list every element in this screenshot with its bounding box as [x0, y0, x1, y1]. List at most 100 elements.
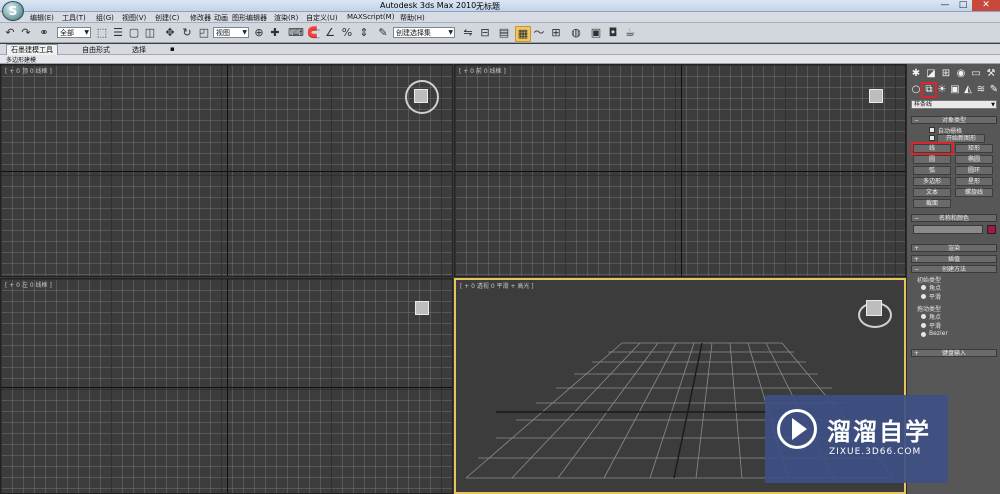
rollout-interpolation[interactable]: + 插值 — [911, 255, 997, 263]
menu-views[interactable]: 视图(V) — [122, 13, 146, 23]
layer-manager-icon[interactable]: ▤ — [497, 26, 511, 40]
viewport-left[interactable]: [ + 0 左 0 线框 ] — [0, 278, 453, 494]
shape-button-circle[interactable]: 圆 — [913, 155, 951, 164]
mirror-icon[interactable]: ⇋ — [461, 26, 475, 40]
rollout-keyboard-entry[interactable]: + 键盘输入 — [911, 349, 997, 357]
spinner-snap-icon[interactable]: ⇕ — [357, 26, 371, 40]
rendered-frame-icon[interactable]: ◘ — [606, 26, 620, 40]
rect-region-icon[interactable]: ▢ — [127, 26, 141, 40]
lights-icon[interactable]: ☀ — [936, 84, 948, 96]
initial-smooth-radio[interactable] — [921, 294, 926, 299]
polygon-modeling-label[interactable]: 多边形建模 — [6, 55, 36, 64]
menu-graph-editors[interactable]: 图形编辑器 — [232, 13, 267, 23]
selection-filter-dropdown[interactable]: 全部 ▼ — [57, 27, 91, 38]
motion-tab-icon[interactable]: ◉ — [955, 68, 967, 80]
shape-button-text[interactable]: 文本 — [913, 188, 951, 197]
drag-smooth-radio[interactable] — [921, 323, 926, 328]
menu-animation[interactable]: 动画 — [214, 13, 228, 23]
menu-help[interactable]: 帮助(H) — [400, 13, 425, 23]
object-color-swatch[interactable] — [987, 225, 996, 234]
auto-grid-checkbox[interactable] — [929, 127, 935, 133]
menu-tools[interactable]: 工具(T) — [62, 13, 86, 23]
align-icon[interactable]: ⊟ — [478, 26, 492, 40]
viewport-perspective-label[interactable]: [ + 0 透视 0 平滑 + 高光 ] — [460, 281, 534, 290]
undo-icon[interactable]: ↶ — [3, 26, 17, 40]
tab-graphite-modeling[interactable]: 石墨建模工具 — [6, 44, 58, 55]
edit-named-selection-icon[interactable]: ✎ — [376, 26, 390, 40]
menu-customize[interactable]: 自定义(U) — [306, 13, 338, 23]
reference-coord-dropdown[interactable]: 视图 ▼ — [213, 27, 249, 38]
viewcube[interactable] — [414, 89, 428, 103]
app-logo[interactable]: S — [2, 1, 24, 21]
rollout-name-color[interactable]: − 名称和颜色 — [911, 214, 997, 222]
systems-icon[interactable]: ✎ — [988, 84, 1000, 96]
shape-button-star[interactable]: 星形 — [955, 177, 993, 186]
viewcube[interactable] — [866, 300, 882, 316]
graphite-toggle-icon[interactable]: ▦ — [515, 26, 531, 42]
shape-button-helix[interactable]: 螺旋线 — [955, 188, 993, 197]
close-button[interactable]: ✕ — [972, 0, 1000, 11]
pivot-icon[interactable]: ⊕ — [252, 26, 266, 40]
shape-button-rectangle[interactable]: 矩形 — [955, 144, 993, 153]
menu-maxscript[interactable]: MAXScript(M) — [347, 13, 394, 21]
keyboard-shortcut-icon[interactable]: ⌨ — [288, 26, 304, 40]
shape-button-ngon[interactable]: 多边形 — [913, 177, 951, 186]
cameras-icon[interactable]: ▣ — [949, 84, 961, 96]
shape-button-section[interactable]: 截面 — [913, 199, 951, 208]
modify-tab-icon[interactable]: ◪ — [925, 68, 937, 80]
viewport-top-label[interactable]: [ + 0 顶 0 线框 ] — [5, 66, 52, 75]
material-editor-icon[interactable]: ◍ — [569, 26, 583, 40]
maximize-button[interactable]: □ — [954, 0, 972, 11]
menu-create[interactable]: 创建(C) — [155, 13, 179, 23]
tab-options[interactable]: ▪ — [170, 45, 175, 53]
snap-icon[interactable]: 🧲 — [307, 26, 321, 40]
minimize-button[interactable]: — — [936, 0, 954, 11]
initial-corner-radio[interactable] — [921, 285, 926, 290]
schematic-view-icon[interactable]: ⊞ — [549, 26, 563, 40]
select-object-icon[interactable]: ⬚ — [95, 26, 109, 40]
viewport-front[interactable]: [ + 0 前 0 线框 ] — [454, 64, 906, 277]
menu-modifiers[interactable]: 修改器 — [190, 13, 211, 23]
named-selection-dropdown[interactable]: 创建选择集 ▼ — [393, 27, 455, 38]
select-by-name-icon[interactable]: ☰ — [111, 26, 125, 40]
tab-selection[interactable]: 选择 — [132, 45, 146, 55]
menu-group[interactable]: 组(G) — [96, 13, 114, 23]
shape-button-ellipse[interactable]: 椭圆 — [955, 155, 993, 164]
drag-corner-radio[interactable] — [921, 314, 926, 319]
rollout-object-type[interactable]: − 对象类型 — [911, 116, 997, 124]
rollout-creation-method[interactable]: − 创建方法 — [911, 265, 997, 273]
percent-snap-icon[interactable]: % — [340, 26, 354, 40]
object-name-field[interactable] — [913, 225, 983, 234]
display-tab-icon[interactable]: ▭ — [970, 68, 982, 80]
link-icon[interactable]: ⚭ — [37, 26, 51, 40]
menu-rendering[interactable]: 渲染(R) — [274, 13, 298, 23]
curve-editor-icon[interactable]: 〜 — [532, 26, 546, 40]
category-select[interactable]: 样条线 ▼ — [911, 100, 997, 109]
start-new-shape-checkbox[interactable] — [929, 135, 935, 141]
viewport-front-label[interactable]: [ + 0 前 0 线框 ] — [459, 66, 506, 75]
menu-edit[interactable]: 编辑(E) — [30, 13, 54, 23]
shape-button-donut[interactable]: 圆环 — [955, 166, 993, 175]
viewcube[interactable] — [415, 301, 429, 315]
shape-button-arc[interactable]: 弧 — [913, 166, 951, 175]
window-crossing-icon[interactable]: ◫ — [143, 26, 157, 40]
helpers-icon[interactable]: ◭ — [962, 84, 974, 96]
rotate-icon[interactable]: ↻ — [180, 26, 194, 40]
viewport-left-label[interactable]: [ + 0 左 0 线框 ] — [5, 280, 52, 289]
viewcube[interactable] — [869, 89, 883, 103]
render-icon[interactable]: ☕ — [623, 26, 637, 40]
hierarchy-tab-icon[interactable]: ⊞ — [940, 68, 952, 80]
angle-snap-icon[interactable]: ∠ — [323, 26, 337, 40]
scale-icon[interactable]: ◰ — [197, 26, 211, 40]
render-setup-icon[interactable]: ▣ — [589, 26, 603, 40]
manipulate-icon[interactable]: ✚ — [268, 26, 282, 40]
drag-bezier-radio[interactable] — [921, 332, 926, 337]
utilities-tab-icon[interactable]: ⚒ — [985, 68, 997, 80]
create-tab-icon[interactable]: ✱ — [910, 68, 922, 80]
viewport-top[interactable]: [ + 0 顶 0 线框 ] — [0, 64, 453, 277]
move-icon[interactable]: ✥ — [163, 26, 177, 40]
space-warps-icon[interactable]: ≋ — [975, 84, 987, 96]
rollout-rendering[interactable]: + 渲染 — [911, 244, 997, 252]
tab-freeform[interactable]: 自由形式 — [82, 45, 110, 55]
redo-icon[interactable]: ↷ — [19, 26, 33, 40]
